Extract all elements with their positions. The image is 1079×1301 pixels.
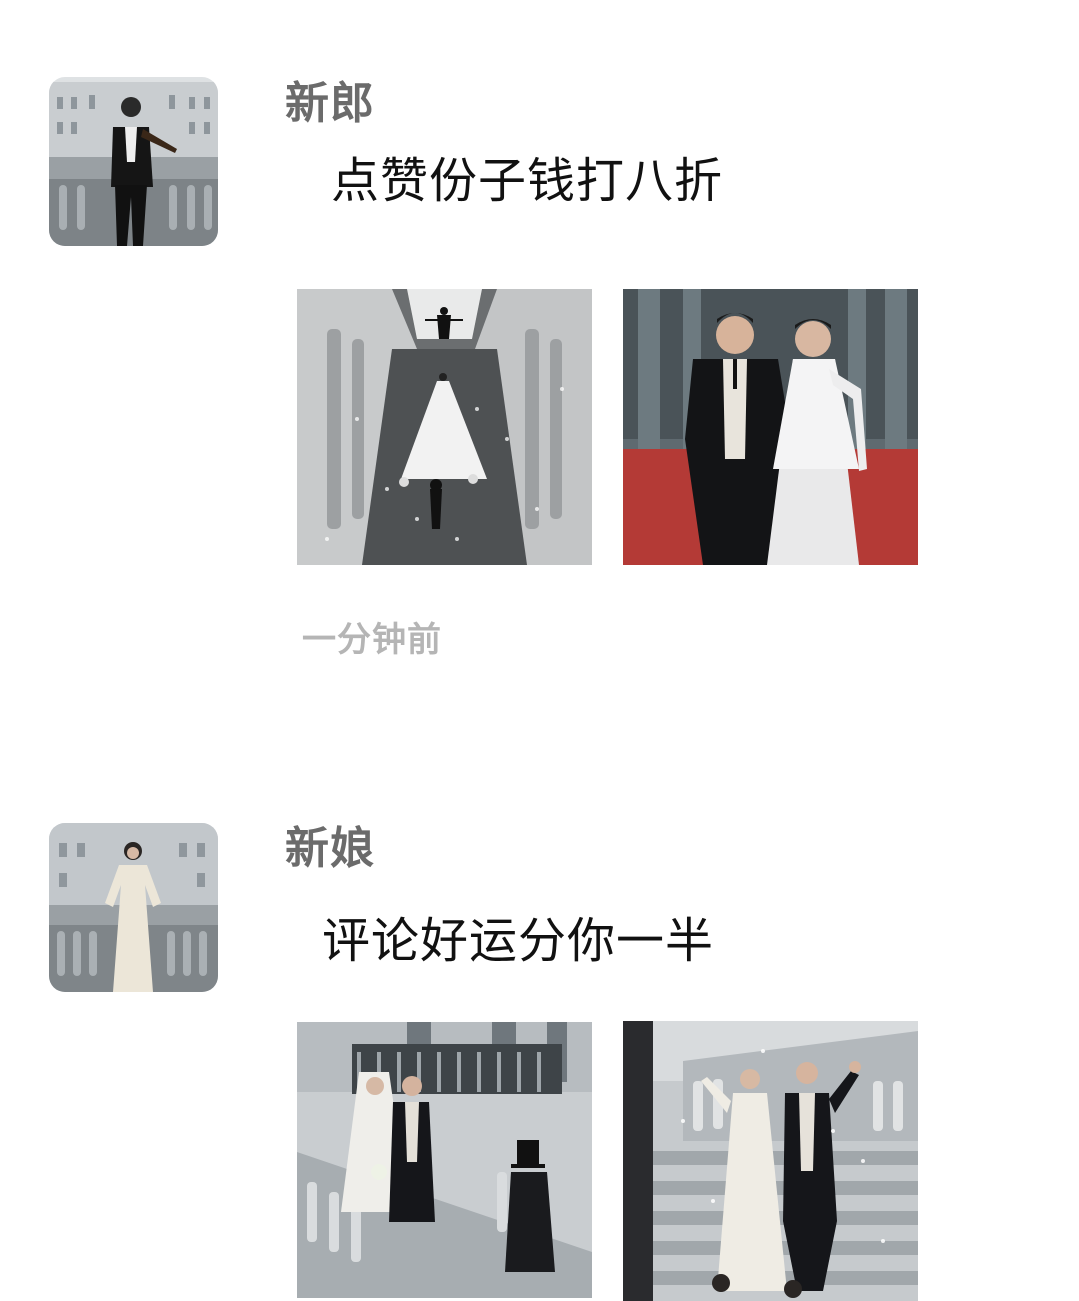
groom-violin-avatar-icon <box>49 77 218 246</box>
moment-post: 新郎 点赞份子钱打八折 一分钟前 <box>0 0 1079 700</box>
author-name[interactable]: 新郎 <box>285 82 375 126</box>
moment-post: 新娘 评论好运分你一半 <box>0 745 1079 1301</box>
bride-avatar[interactable] <box>49 823 218 992</box>
post-timestamp: 一分钟前 <box>302 620 442 660</box>
post-caption: 评论好运分你一半 <box>322 913 715 969</box>
groom-avatar[interactable] <box>49 77 218 246</box>
couple-on-stairs-photo-icon <box>297 1022 592 1298</box>
post-photo[interactable] <box>297 289 592 565</box>
couple-waving-stairs-photo-icon <box>623 1021 918 1301</box>
aerial-staircase-wedding-photo-icon <box>297 289 592 565</box>
post-photo[interactable] <box>623 289 918 565</box>
bride-balcony-avatar-icon <box>49 823 218 992</box>
post-photo[interactable] <box>623 1021 918 1301</box>
post-caption: 点赞份子钱打八折 <box>331 153 724 209</box>
author-name[interactable]: 新娘 <box>285 827 375 871</box>
post-photo[interactable] <box>297 1022 592 1298</box>
couple-red-carpet-photo-icon <box>623 289 918 565</box>
